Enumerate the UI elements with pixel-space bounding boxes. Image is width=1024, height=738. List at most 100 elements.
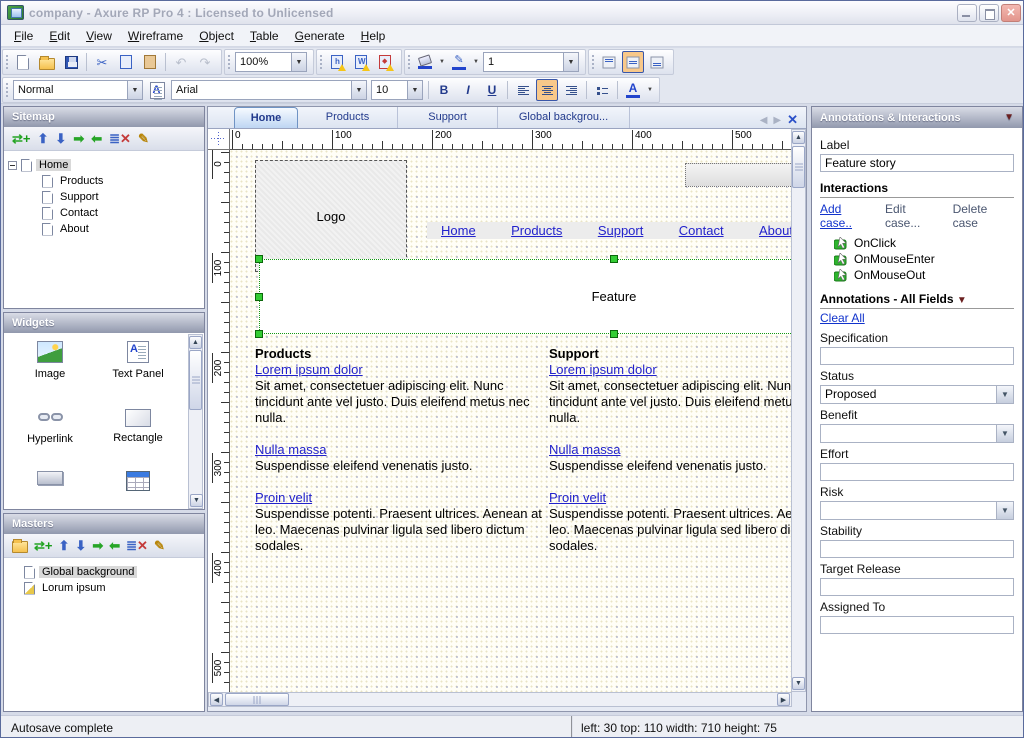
collapse-icon[interactable] (8, 161, 17, 170)
style-dropdown-icon[interactable] (127, 81, 142, 99)
maximize-button[interactable] (979, 4, 999, 22)
move-up-icon[interactable]: ⬆ (59, 539, 70, 552)
feature-box-selected[interactable]: Feature (259, 259, 792, 334)
master-lorum-ipsum[interactable]: Lorum ipsum (39, 582, 109, 594)
list-item[interactable]: Lorum ipsum (8, 580, 200, 596)
menu-wireframe[interactable]: Wireframe (121, 27, 190, 45)
add-master-icon[interactable]: ⇄+ (34, 539, 53, 552)
font-size-dropdown-icon[interactable] (407, 81, 422, 99)
wf-link[interactable]: Proin velit (255, 490, 312, 506)
line-color-button[interactable]: ✎ (448, 51, 470, 73)
tab-scroll-left-icon[interactable]: ◀ (760, 115, 768, 126)
style-select[interactable]: Normal (13, 80, 143, 100)
font-size-select[interactable]: 10 (371, 80, 423, 100)
valign-top-button[interactable] (598, 51, 620, 73)
menu-object[interactable]: Object (192, 27, 241, 45)
align-right-button[interactable] (560, 79, 582, 101)
save-button[interactable] (60, 51, 82, 73)
wf-link[interactable]: Nulla massa (255, 442, 327, 458)
close-button[interactable] (1001, 4, 1021, 22)
status-select[interactable]: Proposed (820, 385, 1014, 404)
edit-master-icon[interactable]: ✎ (154, 539, 165, 552)
chevron-down-icon[interactable] (996, 425, 1013, 442)
wireframe-canvas[interactable]: Logo Home Products Support Contact About… (230, 150, 792, 692)
list-item[interactable]: Global background (8, 564, 200, 580)
scroll-thumb[interactable] (189, 350, 202, 410)
selection-handle[interactable] (610, 255, 618, 263)
edit-styles-button[interactable] (146, 79, 168, 101)
master-global-background[interactable]: Global background (39, 566, 137, 578)
align-center-button[interactable] (536, 79, 558, 101)
stability-input[interactable] (820, 540, 1014, 558)
assigned-to-input[interactable] (820, 616, 1014, 634)
specification-input[interactable] (820, 347, 1014, 365)
risk-select[interactable] (820, 501, 1014, 520)
tab-home[interactable]: Home (234, 107, 298, 128)
products-column[interactable]: Products Lorem ipsum dolor Sit amet, con… (255, 346, 547, 570)
tab-scroll-right-icon[interactable]: ▶ (773, 115, 781, 126)
tree-row[interactable]: Support (8, 189, 200, 205)
align-left-button[interactable] (512, 79, 534, 101)
widget-image[interactable]: Image (6, 341, 94, 380)
delete-master-icon[interactable]: ≣✕ (126, 539, 148, 552)
wf-link[interactable]: Nulla massa (549, 442, 621, 458)
new-file-button[interactable] (12, 51, 34, 73)
zoom-dropdown-icon[interactable] (291, 53, 306, 71)
font-color-button[interactable]: A (622, 79, 644, 101)
scroll-up-icon[interactable]: ▲ (189, 336, 202, 349)
tree-row[interactable]: Home (8, 157, 200, 173)
scroll-left-icon[interactable]: ◀ (210, 693, 223, 706)
zoom-select[interactable]: 100% (235, 52, 307, 72)
scroll-right-icon[interactable]: ▶ (777, 693, 790, 706)
open-button[interactable] (36, 51, 58, 73)
bold-button[interactable]: B (433, 79, 455, 101)
valign-bottom-button[interactable] (646, 51, 668, 73)
line-width-select[interactable]: 1 (483, 52, 579, 72)
tree-row[interactable]: Products (8, 173, 200, 189)
logo-placeholder[interactable]: Logo (255, 160, 407, 272)
wf-nav-about[interactable]: About (759, 223, 792, 238)
cut-button[interactable]: ✂ (91, 51, 113, 73)
scroll-up-icon[interactable]: ▲ (792, 131, 805, 144)
selection-handle[interactable] (255, 255, 263, 263)
wf-link[interactable]: Proin velit (549, 490, 606, 506)
move-up-icon[interactable]: ⬆ (38, 132, 49, 145)
new-folder-icon[interactable] (12, 541, 28, 553)
menu-help[interactable]: Help (354, 27, 393, 45)
move-down-icon[interactable]: ⬇ (55, 132, 66, 145)
copy-button[interactable] (115, 51, 137, 73)
move-left-icon[interactable]: ⬅ (91, 132, 102, 145)
fill-color-dropdown-icon[interactable] (437, 59, 447, 65)
tab-global-background[interactable]: Global backgrou... (498, 107, 630, 128)
effort-input[interactable] (820, 463, 1014, 481)
add-page-icon[interactable]: ⇄+ (12, 132, 31, 145)
generate-word-button[interactable] (350, 51, 372, 73)
scroll-down-icon[interactable]: ▼ (190, 494, 203, 507)
scroll-thumb[interactable] (225, 693, 289, 706)
underline-button[interactable]: U (481, 79, 503, 101)
wf-nav-support[interactable]: Support (598, 223, 644, 238)
tree-row[interactable]: Contact (8, 205, 200, 221)
wf-link[interactable]: Lorem ipsum dolor (255, 362, 363, 378)
chevron-down-icon[interactable] (996, 386, 1013, 403)
menu-view[interactable]: View (79, 27, 119, 45)
event-row[interactable]: OnMouseOut (834, 268, 1014, 282)
tab-products[interactable]: Products (298, 107, 398, 128)
minimize-button[interactable] (957, 4, 977, 22)
tree-row[interactable]: About (8, 221, 200, 237)
generate-html-button[interactable] (326, 51, 348, 73)
all-fields-menu-icon[interactable]: ▼ (957, 295, 967, 306)
canvas-vscrollbar[interactable]: ▲ ▼ (791, 129, 806, 692)
paste-button[interactable] (139, 51, 161, 73)
sitemap-item-contact[interactable]: Contact (57, 207, 101, 219)
valign-middle-button[interactable] (622, 51, 644, 73)
move-right-icon[interactable]: ➡ (92, 539, 103, 552)
label-input[interactable] (820, 154, 1014, 172)
font-dropdown-icon[interactable] (351, 81, 366, 99)
delete-page-icon[interactable]: ≣✕ (109, 132, 131, 145)
target-release-input[interactable] (820, 578, 1014, 596)
selection-handle[interactable] (610, 330, 618, 338)
scroll-down-icon[interactable]: ▼ (792, 677, 805, 690)
menu-edit[interactable]: Edit (42, 27, 77, 45)
sitemap-item-support[interactable]: Support (57, 191, 102, 203)
